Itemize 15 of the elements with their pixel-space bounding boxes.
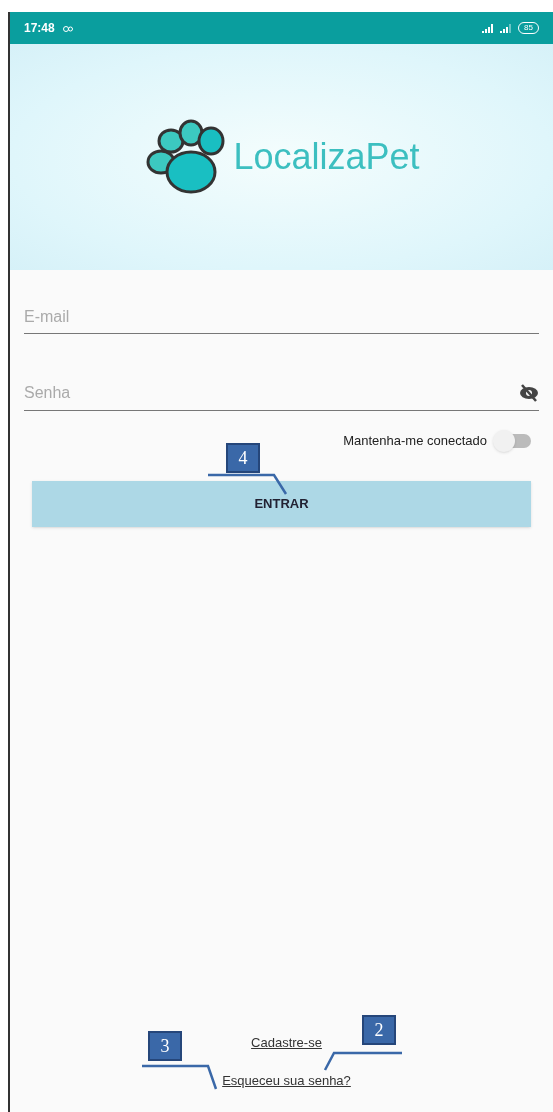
sign-up-link[interactable]: Cadastre-se — [251, 1033, 322, 1053]
app-name: LocalizaPet — [233, 135, 420, 179]
eye-off-icon[interactable] — [519, 384, 539, 402]
forgot-password-link[interactable]: Esqueceu sua senha? — [222, 1070, 351, 1090]
signal-icon — [500, 23, 514, 33]
keep-connected-label: Mantenha-me conectado — [343, 432, 487, 450]
status-time: 17:48 — [24, 20, 55, 37]
login-button[interactable]: ENTRAR — [32, 480, 531, 527]
callout-badge: 4 — [226, 443, 260, 473]
notification-icon — [62, 24, 73, 32]
callout-badge: 2 — [362, 1015, 396, 1045]
signal-icon — [482, 23, 496, 33]
email-field[interactable]: E-mail — [24, 300, 539, 334]
callout-badge: 3 — [148, 1031, 182, 1061]
password-field[interactable]: Senha — [24, 376, 513, 410]
